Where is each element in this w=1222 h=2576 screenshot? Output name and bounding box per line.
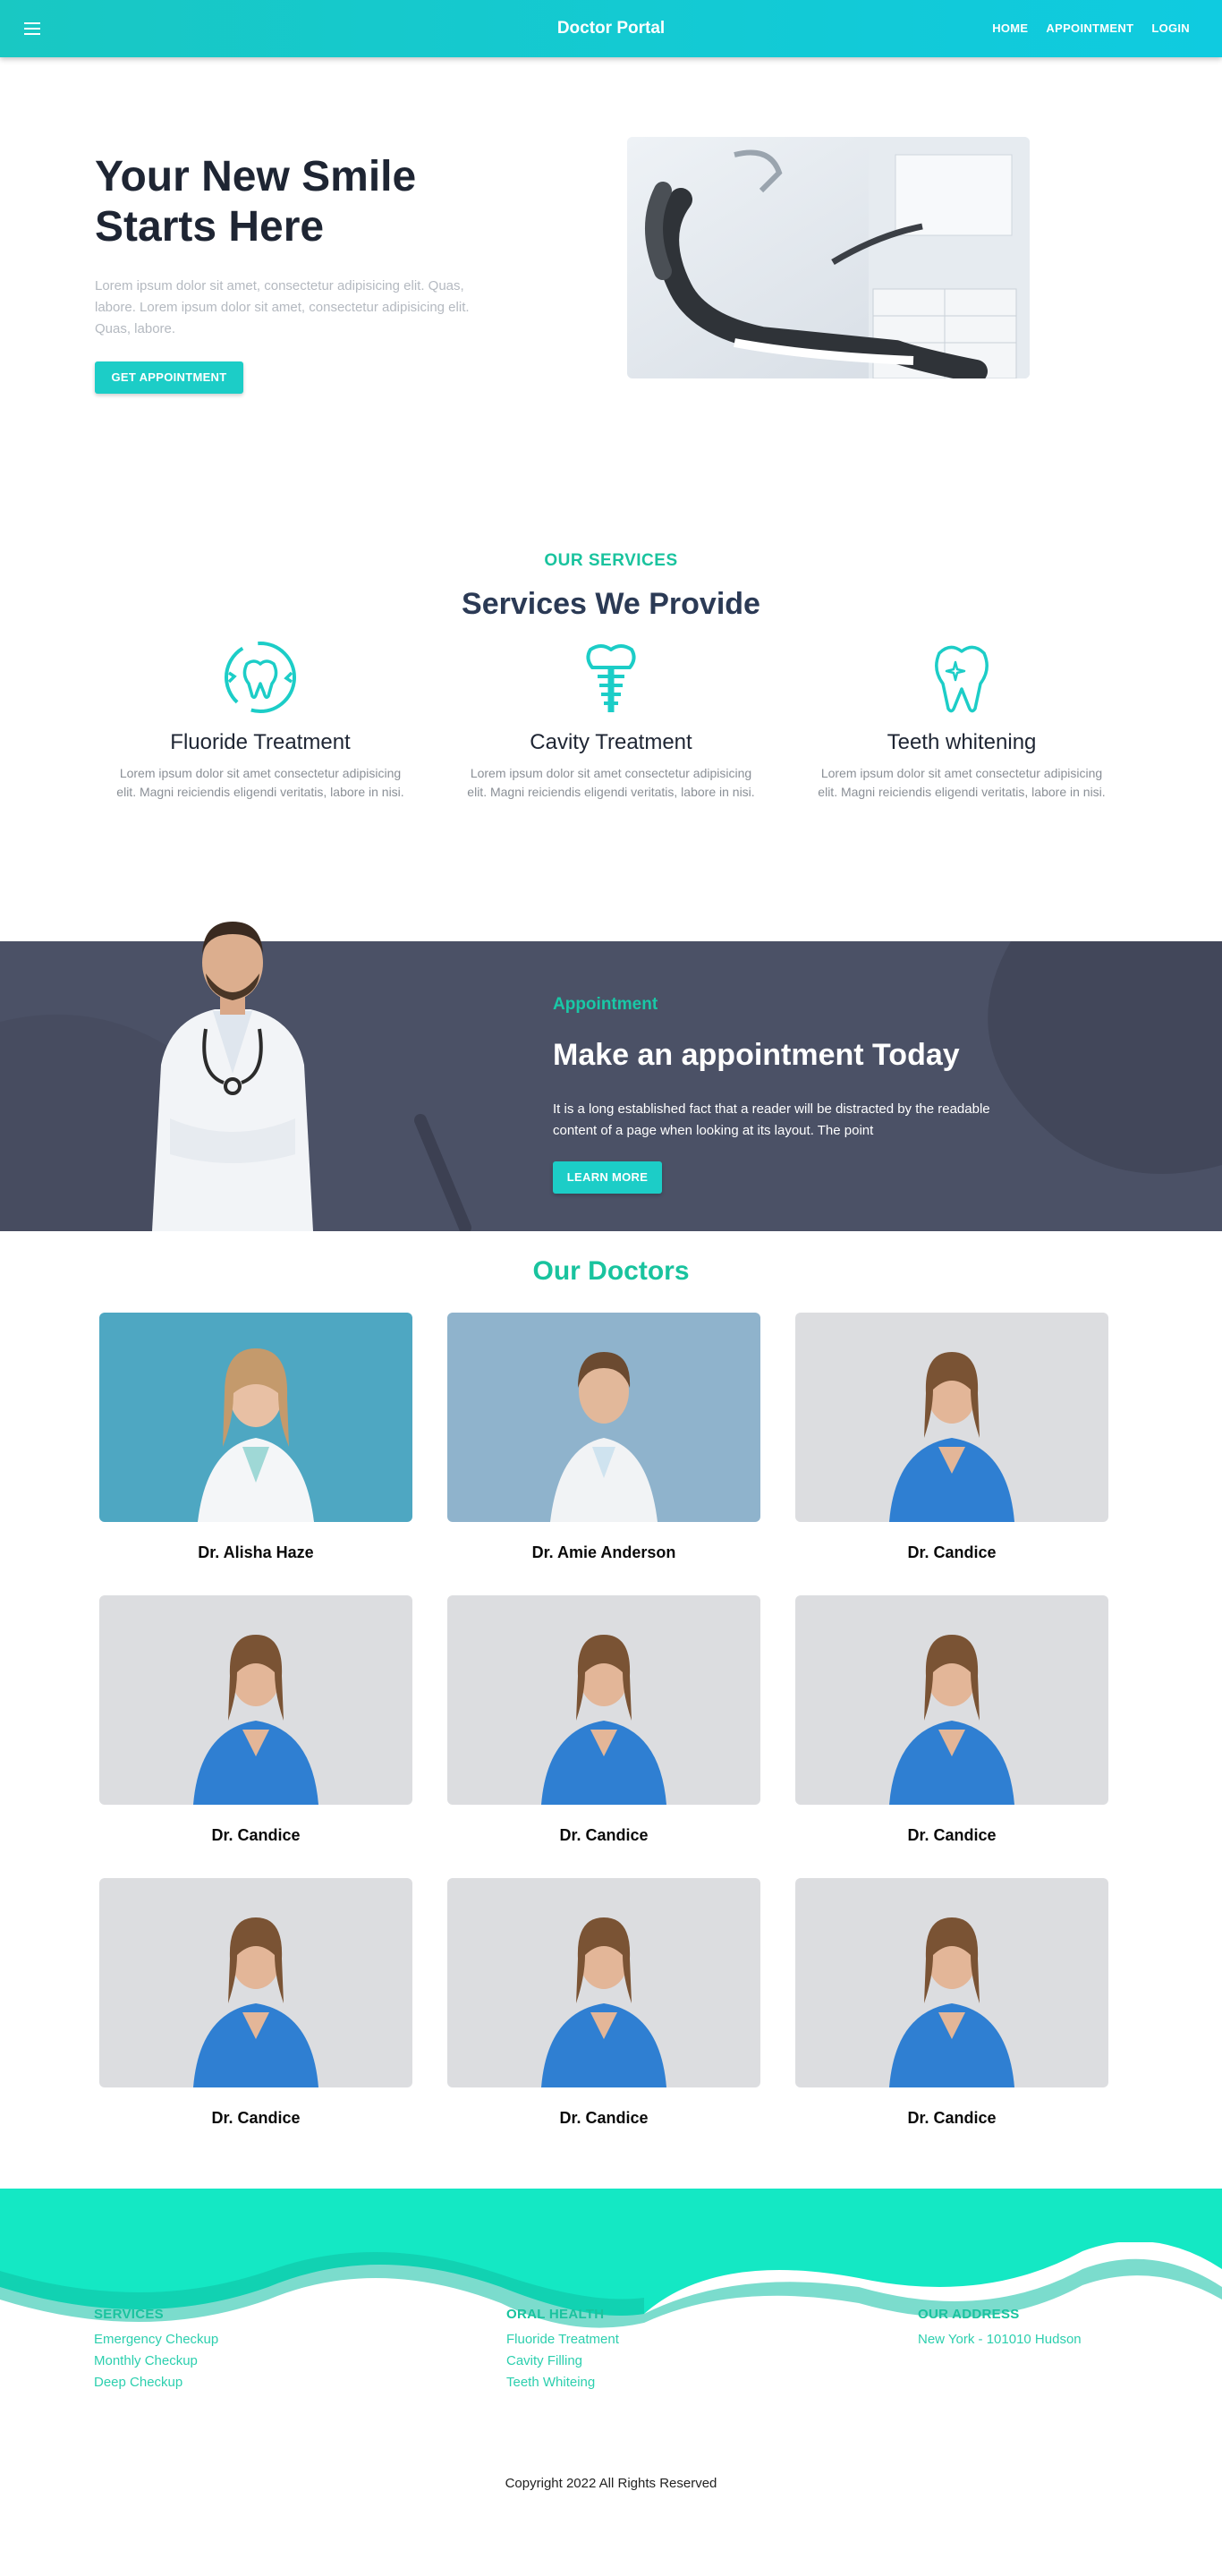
doctor-photo <box>447 1595 760 1805</box>
doctors-heading: Our Doctors <box>532 1256 690 1286</box>
doctor-card[interactable]: Dr. Amie Anderson <box>447 1313 760 1562</box>
services-eyebrow: OUR SERVICES <box>544 551 678 570</box>
doctor-card[interactable]: Dr. Candice <box>99 1595 412 1845</box>
footer-link[interactable]: Fluoride Treatment <box>506 2329 619 2351</box>
get-appointment-button[interactable]: GET APPOINTMENT <box>95 361 243 394</box>
footer-link[interactable]: Emergency Checkup <box>94 2329 218 2351</box>
appointment-eyebrow: Appointment <box>553 995 658 1014</box>
doctor-card[interactable]: Dr. Candice <box>447 1595 760 1845</box>
doctor-photo <box>795 1878 1108 2087</box>
footer-heading: OUR ADDRESS <box>918 2307 1020 2322</box>
doctor-name: Dr. Candice <box>559 1826 649 1844</box>
service-description: Lorem ipsum dolor sit amet consectetur a… <box>818 766 1106 799</box>
service-title: Teeth whitening <box>887 730 1037 754</box>
footer-column-address: OUR ADDRESS New York - 101010 Hudson <box>918 2307 1082 2351</box>
doctor-card[interactable]: Dr. Candice <box>795 1878 1108 2128</box>
doctor-card[interactable]: Dr. Candice <box>447 1878 760 2128</box>
doctor-photo <box>99 1595 412 1805</box>
doctor-name: Dr. Candice <box>907 1543 997 1561</box>
doctor-photo <box>134 895 331 1231</box>
hero-text: Lorem ipsum dolor sit amet, consectetur … <box>95 278 470 336</box>
service-card-fluoride: Fluoride Treatment Lorem ipsum dolor sit… <box>108 637 412 802</box>
hero-title: Your New Smile Starts Here <box>95 153 417 251</box>
doctor-card[interactable]: Dr. Alisha Haze <box>99 1313 412 1562</box>
service-description: Lorem ipsum dolor sit amet consectetur a… <box>116 766 404 799</box>
doctor-name: Dr. Candice <box>907 2109 997 2127</box>
copyright-text: Copyright 2022 All Rights Reserved <box>505 2476 717 2491</box>
footer-link[interactable]: Monthly Checkup <box>94 2351 218 2372</box>
service-card-cavity: Cavity Treatment Lorem ipsum dolor sit a… <box>459 637 763 802</box>
doctor-name: Dr. Alisha Haze <box>198 1543 314 1561</box>
address-text: New York - 101010 Hudson <box>918 2332 1082 2347</box>
doctor-name: Dr. Candice <box>211 2109 301 2127</box>
nav-login[interactable]: LOGIN <box>1151 21 1190 35</box>
doctor-photo <box>99 1313 412 1522</box>
service-title: Cavity Treatment <box>530 730 692 754</box>
tooth-cycle-icon <box>225 642 296 713</box>
doctor-name: Dr. Candice <box>559 2109 649 2127</box>
doctor-card[interactable]: Dr. Candice <box>795 1595 1108 1845</box>
doctor-name: Dr. Amie Anderson <box>531 1543 676 1561</box>
sparkling-tooth-icon <box>935 645 989 713</box>
footer-link[interactable]: Cavity Filling <box>506 2351 619 2372</box>
top-app-bar: Doctor Portal HOME APPOINTMENT LOGIN <box>0 0 1222 57</box>
doctor-photo <box>795 1313 1108 1522</box>
appointment-text: It is a long established fact that a rea… <box>553 1101 990 1138</box>
footer-heading: SERVICES <box>94 2307 164 2322</box>
doctor-photo <box>99 1878 412 2087</box>
page: Doctor Portal HOME APPOINTMENT LOGIN You… <box>0 0 1222 2576</box>
footer-heading: ORAL HEALTH <box>506 2307 605 2322</box>
appointment-title: Make an appointment Today <box>553 1038 960 1072</box>
service-description: Lorem ipsum dolor sit amet consectetur a… <box>467 766 755 799</box>
footer-column-services: SERVICES Emergency Checkup Monthly Check… <box>94 2307 218 2393</box>
doctor-photo <box>795 1595 1108 1805</box>
doctor-name: Dr. Candice <box>907 1826 997 1844</box>
doctor-photo <box>447 1313 760 1522</box>
nav-links: HOME APPOINTMENT LOGIN <box>992 21 1190 35</box>
doctor-photo <box>447 1878 760 2087</box>
nav-home[interactable]: HOME <box>992 21 1028 35</box>
footer-link[interactable]: Teeth Whiteing <box>506 2372 619 2393</box>
dental-implant-icon <box>586 644 636 712</box>
doctor-card[interactable]: Dr. Candice <box>99 1878 412 2128</box>
service-card-whitening: Teeth whitening Lorem ipsum dolor sit am… <box>810 637 1114 802</box>
footer-column-oral-health: ORAL HEALTH Fluoride Treatment Cavity Fi… <box>506 2307 619 2393</box>
footer-link[interactable]: Deep Checkup <box>94 2372 218 2393</box>
service-title: Fluoride Treatment <box>170 730 351 754</box>
nav-appointment[interactable]: APPOINTMENT <box>1046 21 1133 35</box>
learn-more-button[interactable]: LEARN MORE <box>553 1161 662 1194</box>
doctor-name: Dr. Candice <box>211 1826 301 1844</box>
dental-chair-image <box>627 137 1030 378</box>
services-heading: Services We Provide <box>462 587 760 621</box>
doctor-card[interactable]: Dr. Candice <box>795 1313 1108 1562</box>
